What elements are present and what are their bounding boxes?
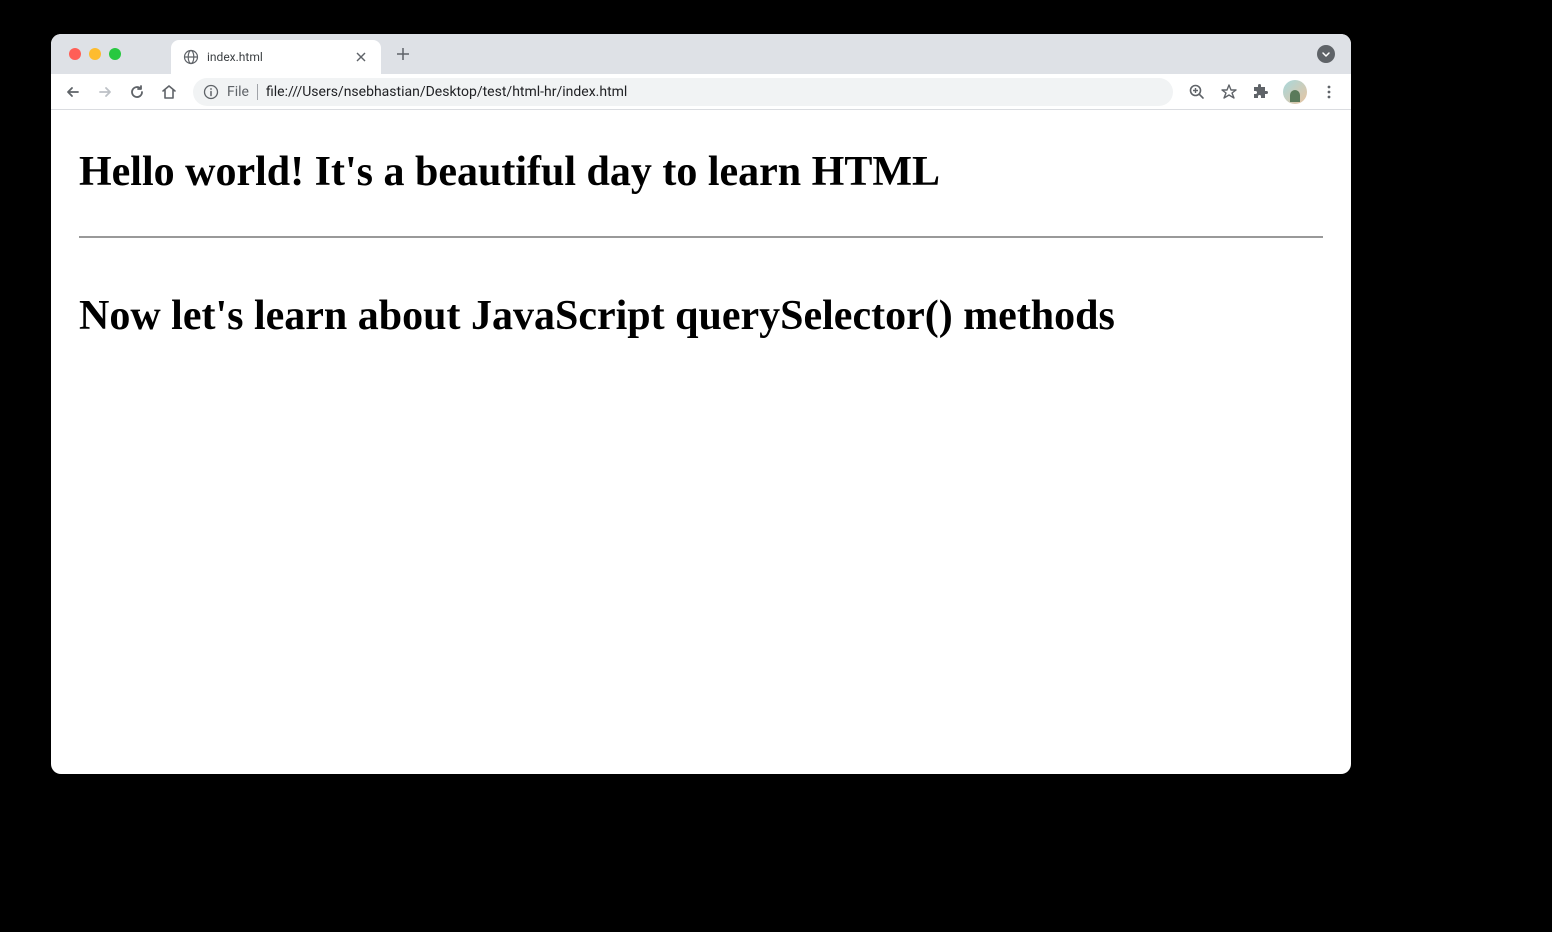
- maximize-window-button[interactable]: [109, 48, 121, 60]
- tab-strip: index.html: [51, 34, 1351, 74]
- reload-button[interactable]: [123, 78, 151, 106]
- minimize-window-button[interactable]: [89, 48, 101, 60]
- url-scheme-label: File: [227, 84, 249, 100]
- tab-title: index.html: [207, 50, 345, 64]
- bookmark-icon[interactable]: [1215, 78, 1243, 106]
- profile-avatar[interactable]: [1283, 80, 1307, 104]
- extensions-icon[interactable]: [1247, 78, 1275, 106]
- browser-tab[interactable]: index.html: [171, 40, 381, 74]
- address-bar[interactable]: File file:///Users/nsebhastian/Desktop/t…: [193, 78, 1173, 106]
- close-tab-icon[interactable]: [353, 49, 369, 65]
- forward-button[interactable]: [91, 78, 119, 106]
- horizontal-rule: [79, 236, 1323, 238]
- page-content: Hello world! It's a beautiful day to lea…: [51, 110, 1351, 413]
- zoom-icon[interactable]: [1183, 78, 1211, 106]
- back-button[interactable]: [59, 78, 87, 106]
- url-text: file:///Users/nsebhastian/Desktop/test/h…: [266, 84, 1163, 100]
- globe-icon: [183, 49, 199, 65]
- menu-icon[interactable]: [1315, 78, 1343, 106]
- home-button[interactable]: [155, 78, 183, 106]
- browser-window: index.html: [51, 34, 1351, 774]
- page-heading-2: Now let's learn about JavaScript querySe…: [79, 288, 1323, 345]
- close-window-button[interactable]: [69, 48, 81, 60]
- browser-toolbar: File file:///Users/nsebhastian/Desktop/t…: [51, 74, 1351, 110]
- info-icon[interactable]: [203, 84, 219, 100]
- search-tabs-button[interactable]: [1317, 45, 1335, 63]
- new-tab-button[interactable]: [389, 40, 417, 68]
- page-heading-1: Hello world! It's a beautiful day to lea…: [79, 148, 1323, 196]
- window-controls: [69, 48, 121, 60]
- url-divider: [257, 84, 258, 100]
